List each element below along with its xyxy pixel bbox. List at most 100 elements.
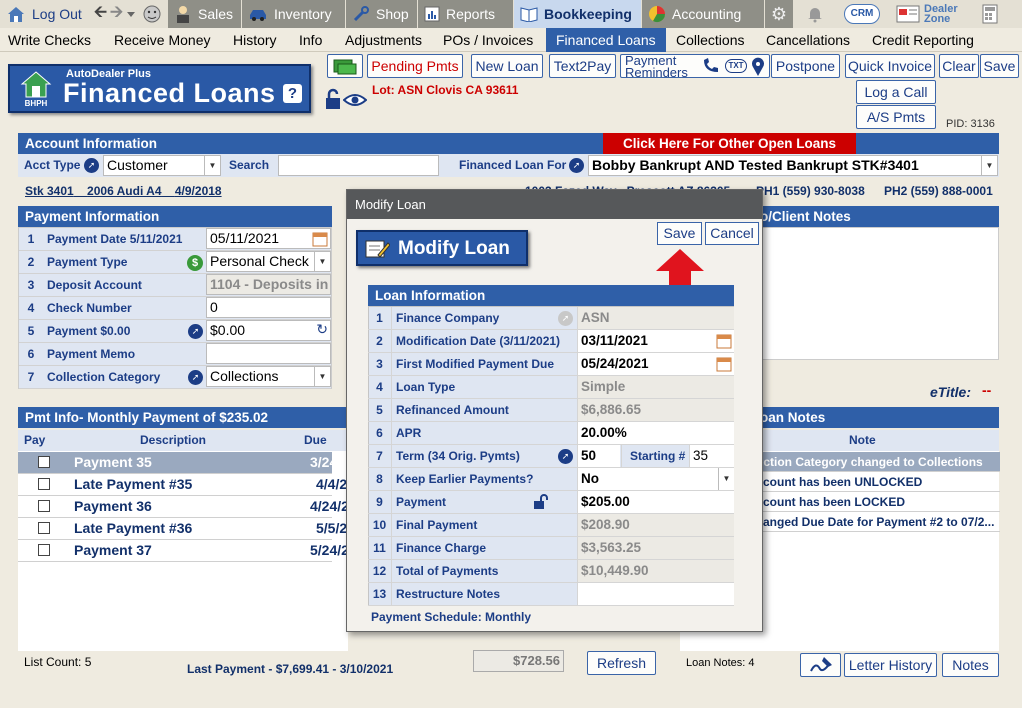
subnav-info[interactable]: Info [299,28,322,52]
row-due-date: 4/24/2 [310,498,349,514]
nav-bookkeeping[interactable]: Bookkeeping [514,0,641,28]
collection-category-label: Collection Category [47,370,161,384]
check-number-input[interactable]: 0 [206,297,331,318]
deposit-button[interactable] [327,54,363,78]
pay-checkbox[interactable] [38,456,50,468]
subnav-adjustments[interactable]: Adjustments [345,28,422,52]
first-payment-due-input[interactable]: 05/24/2021 [577,353,734,375]
table-row[interactable]: Payment 35 3/24/2 [18,452,349,474]
vehicle-link[interactable]: Stk 3401 2006 Audi A4 4/9/2018 [25,184,222,198]
subnav-pos-invoices[interactable]: POs / Invoices [443,28,533,52]
crm-button[interactable]: CRM [842,0,882,28]
payment-date-input[interactable]: 05/11/2021 [206,228,331,249]
acct-type-select[interactable]: Customer ▼ [103,155,221,176]
logout-link[interactable]: Log Out [0,0,88,28]
pay-checkbox[interactable] [38,522,50,534]
subnav-credit-reporting[interactable]: Credit Reporting [872,28,974,52]
other-open-loans-button[interactable]: Click Here For Other Open Loans [603,133,856,154]
subnav-history[interactable]: History [233,28,277,52]
save-toolbar-button[interactable]: Save [980,54,1019,78]
loan-row-total-payments: 12 Total of Payments $10,449.90 [368,560,734,583]
payment-arrow-icon[interactable]: ➚ [188,324,203,339]
calculator-button[interactable] [982,0,1002,28]
nav-reports[interactable]: Reports [418,0,513,28]
payment-input[interactable]: $205.00 [577,491,734,513]
notifications-button[interactable] [806,0,830,28]
as-payments-button[interactable]: A/S Pmts [856,105,936,129]
letter-history-button[interactable]: Letter History [844,653,937,677]
table-row[interactable]: Late Payment #36 5/5/2 [18,518,347,540]
financed-for-select[interactable]: Bobby Bankrupt AND Tested Bankrupt STK#3… [588,155,998,176]
help-icon[interactable]: ? [283,84,302,103]
notes-button[interactable]: Notes [942,653,999,677]
unlock-icon[interactable] [324,88,342,113]
payment-reminders-button[interactable]: Payment Reminders TXT [620,54,770,79]
signature-button[interactable] [800,653,841,677]
subnav-financed-loans[interactable]: Financed Loans [546,28,666,52]
payment-type-value: Personal Check [210,253,309,269]
forward-arrow-icon[interactable]: 🡪 [110,1,123,28]
calendar-icon[interactable] [716,333,732,352]
payment-amount-label: Payment $0.00 [47,324,131,338]
dealer-zone-button[interactable]: Dealer Zone [896,0,968,28]
nav-shop[interactable]: Shop [346,0,417,28]
payment-amount-input[interactable]: $0.00 ↻ [206,320,331,341]
row-number: 5 [368,399,392,421]
collection-arrow-icon[interactable]: ➚ [188,370,203,385]
refresh-icon[interactable]: ↻ [316,321,328,339]
restructure-notes-input[interactable] [577,583,734,605]
table-row[interactable]: Payment 36 4/24/2 [18,496,349,518]
subnav-write-checks[interactable]: Write Checks [8,28,91,52]
clear-button[interactable]: Clear [939,54,979,78]
modal-cancel-button[interactable]: Cancel [705,222,759,245]
new-loan-button[interactable]: New Loan [471,54,543,78]
term-arrow-icon[interactable]: ➚ [558,449,573,464]
loan-notes-count: Loan Notes: 4 [686,657,755,669]
calendar-icon[interactable] [312,231,328,248]
financed-for-arrow-icon[interactable]: ➚ [569,158,584,173]
text2pay-button[interactable]: Text2Pay [549,54,616,78]
payment-type-select[interactable]: Personal Check ▼ [206,251,331,272]
table-row[interactable]: Late Payment #35 4/4/2 [18,474,347,496]
log-a-call-button[interactable]: Log a Call [856,80,936,104]
payment-memo-input[interactable] [206,343,331,364]
nav-inventory[interactable]: Inventory [242,0,345,28]
collection-category-select[interactable]: Collections ▼ [206,366,331,387]
pmt-info-column-headers: Pay Description Due Dat [18,430,348,468]
table-row[interactable]: Payment 37 5/24/2 [18,540,349,562]
postpone-button[interactable]: Postpone [771,54,840,78]
loan-row-modification-date: 2 Modification Date (3/11/2021) 03/11/20… [368,330,734,353]
loan-type-value: Simple [577,376,734,398]
calendar-icon[interactable] [716,356,732,375]
eye-icon[interactable] [342,92,368,111]
nav-sales[interactable]: Sales [168,0,241,28]
unlock-icon[interactable] [533,494,549,513]
modification-date-label: Modification Date (3/11/2021) [396,334,561,348]
term-input[interactable]: 50 [577,445,620,467]
subnav-cancellations[interactable]: Cancellations [766,28,850,52]
back-arrow-icon[interactable]: 🡨 [94,1,107,28]
user-face-icon[interactable] [142,4,162,24]
pending-payments-button[interactable]: Pending Pmts [367,54,463,78]
sub-navigation: Write Checks Receive Money History Info … [0,28,1022,52]
quick-invoice-button[interactable]: Quick Invoice [845,54,935,78]
pay-checkbox[interactable] [38,500,50,512]
dialog-titlebar[interactable]: Modify Loan [347,190,762,219]
apr-input[interactable]: 20.00% [577,422,734,444]
settings-button[interactable]: ⚙ [765,0,793,28]
pay-checkbox[interactable] [38,478,50,490]
starting-number-input[interactable]: 35 [689,445,734,467]
modification-date-input[interactable]: 03/11/2021 [577,330,734,352]
subnav-collections[interactable]: Collections [676,28,744,52]
modal-save-button[interactable]: Save [657,222,702,245]
subnav-receive-money[interactable]: Receive Money [114,28,211,52]
search-input[interactable] [278,155,439,176]
refresh-button[interactable]: Refresh [587,651,656,675]
nav-accounting[interactable]: Accounting [642,0,764,28]
modification-date-value: 03/11/2021 [581,333,648,348]
keep-earlier-select[interactable]: No ▼ [577,468,734,490]
lookup-arrow-icon[interactable]: ➚ [84,158,99,173]
dropdown-caret-icon[interactable] [126,9,136,19]
chevron-down-icon: ▼ [718,468,734,490]
pay-checkbox[interactable] [38,544,50,556]
